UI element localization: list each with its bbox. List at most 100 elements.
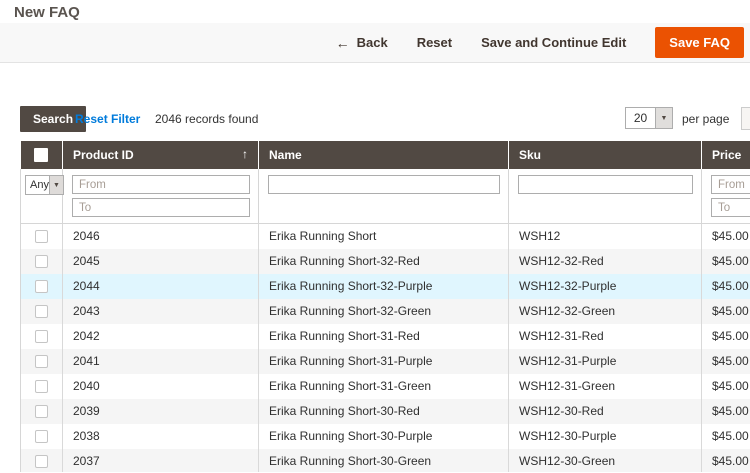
cell-name: Erika Running Short-32-Green [259, 299, 509, 324]
cell-product-id: 2040 [63, 374, 259, 399]
table-body: 2046 Erika Running Short WSH12 $45.00 20… [21, 224, 750, 473]
sort-asc-icon: ↑ [242, 147, 248, 161]
table-row[interactable]: 2043 Erika Running Short-32-Green WSH12-… [21, 299, 750, 324]
price-to-input[interactable] [711, 198, 750, 217]
save-and-continue-label: Save and Continue Edit [481, 35, 626, 50]
select-all-checkbox[interactable] [34, 148, 48, 162]
header-cell-name[interactable]: Name [259, 141, 509, 169]
table-row[interactable]: 2042 Erika Running Short-31-Red WSH12-31… [21, 324, 750, 349]
reset-filter-link[interactable]: Reset Filter [75, 112, 140, 126]
product-id-to-input[interactable] [72, 198, 250, 217]
row-select-cell [21, 299, 63, 324]
header-cell-price[interactable]: Price [702, 141, 750, 169]
row-checkbox[interactable] [35, 255, 48, 268]
table-row[interactable]: 2044 Erika Running Short-32-Purple WSH12… [21, 274, 750, 299]
cell-sku: WSH12-31-Red [509, 324, 702, 349]
row-select-cell [21, 449, 63, 473]
row-checkbox[interactable] [35, 355, 48, 368]
cell-name: Erika Running Short-32-Red [259, 249, 509, 274]
table-row[interactable]: 2045 Erika Running Short-32-Red WSH12-32… [21, 249, 750, 274]
filter-cell-price [702, 169, 750, 224]
product-grid: Product ID ↑ Name Sku Price Any ▼ [20, 141, 750, 472]
cell-product-id: 2044 [63, 274, 259, 299]
caret-down-icon: ▼ [655, 108, 672, 128]
records-found-text: 2046 records found [155, 112, 258, 126]
cell-price: $45.00 [702, 424, 750, 449]
cell-product-id: 2042 [63, 324, 259, 349]
cell-sku: WSH12-31-Purple [509, 349, 702, 374]
row-checkbox[interactable] [35, 230, 48, 243]
grid-controls: Search Reset Filter 2046 records found 2… [0, 105, 750, 131]
save-and-continue-button[interactable]: Save and Continue Edit [481, 35, 626, 50]
cell-price: $45.00 [702, 374, 750, 399]
cell-price: $45.00 [702, 249, 750, 274]
name-filter-input[interactable] [268, 175, 500, 194]
cell-price: $45.00 [702, 324, 750, 349]
row-checkbox[interactable] [35, 405, 48, 418]
product-id-from-input[interactable] [72, 175, 250, 194]
cell-name: Erika Running Short-32-Purple [259, 274, 509, 299]
row-checkbox[interactable] [35, 305, 48, 318]
cell-product-id: 2037 [63, 449, 259, 473]
cell-product-id: 2045 [63, 249, 259, 274]
row-select-cell [21, 224, 63, 249]
row-checkbox[interactable] [35, 330, 48, 343]
save-faq-button[interactable]: Save FAQ [655, 27, 744, 58]
select-match-dropdown[interactable]: Any ▼ [25, 175, 64, 195]
table-row[interactable]: 2046 Erika Running Short WSH12 $45.00 [21, 224, 750, 249]
cell-product-id: 2041 [63, 349, 259, 374]
page-title: New FAQ [14, 4, 80, 21]
cell-product-id: 2039 [63, 399, 259, 424]
cell-name: Erika Running Short-30-Purple [259, 424, 509, 449]
cell-sku: WSH12-32-Red [509, 249, 702, 274]
cell-name: Erika Running Short [259, 224, 509, 249]
per-page-select[interactable]: 20 ▼ [625, 107, 673, 129]
row-checkbox[interactable] [35, 455, 48, 468]
pagination-prev-button[interactable] [741, 107, 750, 130]
cell-product-id: 2038 [63, 424, 259, 449]
table-header-row: Product ID ↑ Name Sku Price [21, 141, 750, 169]
toolbar: ← Back Reset Save and Continue Edit Save… [0, 23, 750, 63]
price-from-input[interactable] [711, 175, 750, 194]
reset-button-label: Reset [417, 35, 452, 50]
cell-sku: WSH12-31-Green [509, 374, 702, 399]
cell-name: Erika Running Short-31-Purple [259, 349, 509, 374]
cell-price: $45.00 [702, 399, 750, 424]
header-cell-sku[interactable]: Sku [509, 141, 702, 169]
cell-price: $45.00 [702, 449, 750, 473]
table-row[interactable]: 2041 Erika Running Short-31-Purple WSH12… [21, 349, 750, 374]
cell-product-id: 2043 [63, 299, 259, 324]
row-checkbox[interactable] [35, 280, 48, 293]
cell-name: Erika Running Short-30-Green [259, 449, 509, 473]
cell-name: Erika Running Short-30-Red [259, 399, 509, 424]
filter-row: Any ▼ [21, 169, 750, 224]
row-checkbox[interactable] [35, 380, 48, 393]
reset-button[interactable]: Reset [417, 35, 452, 50]
cell-name: Erika Running Short-31-Green [259, 374, 509, 399]
back-button[interactable]: ← Back [336, 35, 388, 51]
back-button-label: Back [357, 35, 388, 50]
table-row[interactable]: 2038 Erika Running Short-30-Purple WSH12… [21, 424, 750, 449]
cell-price: $45.00 [702, 224, 750, 249]
table-row[interactable]: 2039 Erika Running Short-30-Red WSH12-30… [21, 399, 750, 424]
header-cell-product-id[interactable]: Product ID ↑ [63, 141, 259, 169]
row-select-cell [21, 249, 63, 274]
filter-cell-product-id [63, 169, 259, 224]
table-row[interactable]: 2040 Erika Running Short-31-Green WSH12-… [21, 374, 750, 399]
cell-sku: WSH12-32-Purple [509, 274, 702, 299]
cell-sku: WSH12-30-Green [509, 449, 702, 473]
cell-sku: WSH12-30-Purple [509, 424, 702, 449]
select-match-value: Any [26, 176, 49, 194]
cell-sku: WSH12-32-Green [509, 299, 702, 324]
header-cell-select [21, 141, 63, 169]
sku-filter-input[interactable] [518, 175, 693, 194]
row-select-cell [21, 324, 63, 349]
row-checkbox[interactable] [35, 430, 48, 443]
page: New FAQ ← Back Reset Save and Continue E… [0, 0, 750, 473]
row-select-cell [21, 349, 63, 374]
row-select-cell [21, 399, 63, 424]
filter-cell-sku [509, 169, 702, 224]
caret-down-icon: ▼ [49, 176, 63, 194]
table-row[interactable]: 2037 Erika Running Short-30-Green WSH12-… [21, 449, 750, 473]
cell-product-id: 2046 [63, 224, 259, 249]
